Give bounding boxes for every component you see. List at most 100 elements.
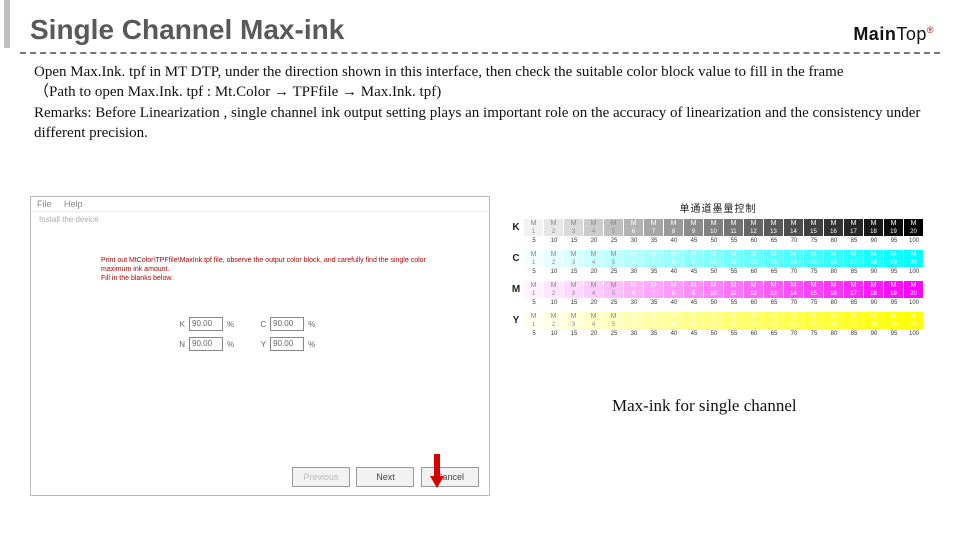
chart-row-label: Y <box>508 315 524 326</box>
chip: M20 <box>904 281 923 298</box>
chart-step-value: 95 <box>884 300 904 306</box>
chart-step-value: 40 <box>664 300 684 306</box>
pct-c: % <box>308 320 315 329</box>
chart-step-value: 65 <box>764 331 784 337</box>
chip: M2 <box>544 250 563 267</box>
chip: M14 <box>784 219 803 236</box>
chip: M16 <box>824 312 843 329</box>
chart-step-value: 60 <box>744 300 764 306</box>
instr-line-1: Print out MtColor\TPFfile\MaxInk.tpf fil… <box>101 257 449 275</box>
slide-title: Single Channel Max-ink <box>4 0 960 48</box>
chip: M2 <box>544 219 563 236</box>
chart-step-value: 60 <box>744 269 764 275</box>
ink-label-n: N <box>171 340 185 349</box>
chart-step-value: 55 <box>724 331 744 337</box>
body-line-1: Open Max.Ink. tpf in MT DTP, under the d… <box>34 62 934 82</box>
chart-step-value: 70 <box>784 300 804 306</box>
chip: M9 <box>684 250 703 267</box>
chip: M11 <box>724 250 743 267</box>
chart-step-value: 60 <box>744 331 764 337</box>
ink-fields: K 90.00 % C 90.00 % N 90.00 % Y 90.00 % <box>171 317 315 357</box>
chart-step-value: 5 <box>524 238 544 244</box>
red-arrow-icon <box>430 454 444 490</box>
chip: M9 <box>684 281 703 298</box>
chip: M5 <box>604 250 623 267</box>
chart-step-value: 50 <box>704 331 724 337</box>
chip: M3 <box>564 281 583 298</box>
chip: M1 <box>524 281 543 298</box>
chip: M1 <box>524 312 543 329</box>
chart-step-value: 90 <box>864 269 884 275</box>
chart-step-value: 20 <box>584 300 604 306</box>
chart-step-value: 80 <box>824 331 844 337</box>
chart-step-value: 35 <box>644 300 664 306</box>
chart-step-value: 100 <box>904 269 924 275</box>
pct-y: % <box>308 340 315 349</box>
chart-step-value: 15 <box>564 269 584 275</box>
chart-step-value: 25 <box>604 238 624 244</box>
chip: M12 <box>744 250 763 267</box>
next-button[interactable]: Next <box>356 467 414 487</box>
chart-step-value: 45 <box>684 300 704 306</box>
chip: M6 <box>624 312 643 329</box>
ink-label-y: Y <box>252 340 266 349</box>
chip: M4 <box>584 312 603 329</box>
ink-label-c: C <box>252 320 266 329</box>
menu-file[interactable]: File <box>37 199 52 209</box>
chart-step-value: 95 <box>884 331 904 337</box>
chart-step-value: 30 <box>624 238 644 244</box>
ink-label-k: K <box>171 320 185 329</box>
chart-step-value: 70 <box>784 269 804 275</box>
chart-step-value: 35 <box>644 269 664 275</box>
chip: M10 <box>704 219 723 236</box>
chart-step-row: 5101520253035404550556065707580859095100 <box>524 269 928 275</box>
chart-step-value: 20 <box>584 331 604 337</box>
chip: M16 <box>824 250 843 267</box>
chart-step-value: 10 <box>544 331 564 337</box>
chart-step-value: 5 <box>524 269 544 275</box>
chip: M16 <box>824 281 843 298</box>
chip: M18 <box>864 250 883 267</box>
ink-input-c[interactable]: 90.00 <box>270 317 304 331</box>
chip: M8 <box>664 219 683 236</box>
chart-caption: Max-ink for single channel <box>612 396 797 416</box>
dialog-instruction: Print out MtColor\TPFfile\MaxInk.tpf fil… <box>101 257 449 283</box>
chart-step-value: 75 <box>804 331 824 337</box>
chart-step-value: 45 <box>684 331 704 337</box>
ink-chart: 单通道墨量控制 KM1M2M3M4M5M6M7M8M9M10M11M12M13M… <box>508 200 928 343</box>
chart-step-value: 50 <box>704 238 724 244</box>
dialog-subtitle: Install the device <box>31 212 489 227</box>
chart-step-value: 15 <box>564 238 584 244</box>
chart-step-value: 15 <box>564 331 584 337</box>
chip: M16 <box>824 219 843 236</box>
chart-title: 单通道墨量控制 <box>508 200 928 215</box>
chart-step-value: 20 <box>584 269 604 275</box>
chart-step-value: 100 <box>904 300 924 306</box>
chart-step-value: 80 <box>824 269 844 275</box>
chart-step-value: 85 <box>844 238 864 244</box>
chip: M18 <box>864 281 883 298</box>
chart-step-value: 65 <box>764 269 784 275</box>
ink-input-k[interactable]: 90.00 <box>189 317 223 331</box>
chip: M12 <box>744 312 763 329</box>
chart-step-value: 85 <box>844 331 864 337</box>
chip: M13 <box>764 281 783 298</box>
chart-step-value: 40 <box>664 331 684 337</box>
previous-button[interactable]: Previous <box>292 467 350 487</box>
chart-step-value: 5 <box>524 331 544 337</box>
ink-input-n[interactable]: 90.00 <box>189 337 223 351</box>
chart-step-value: 15 <box>564 300 584 306</box>
chart-step-row: 5101520253035404550556065707580859095100 <box>524 238 928 244</box>
chart-row-y: YM1M2M3M4M5M6M7M8M9M10M11M12M13M14M15M16… <box>508 312 928 329</box>
chip: M19 <box>884 250 903 267</box>
menu-help[interactable]: Help <box>64 199 83 209</box>
chip: M12 <box>744 281 763 298</box>
ink-input-y[interactable]: 90.00 <box>270 337 304 351</box>
chip: M11 <box>724 312 743 329</box>
body-line-2: （Path to open Max.Ink. tpf : Mt.Color → … <box>34 82 934 102</box>
chip: M2 <box>544 281 563 298</box>
chip: M14 <box>784 312 803 329</box>
chip: M9 <box>684 312 703 329</box>
chart-step-value: 5 <box>524 300 544 306</box>
chart-step-value: 45 <box>684 238 704 244</box>
